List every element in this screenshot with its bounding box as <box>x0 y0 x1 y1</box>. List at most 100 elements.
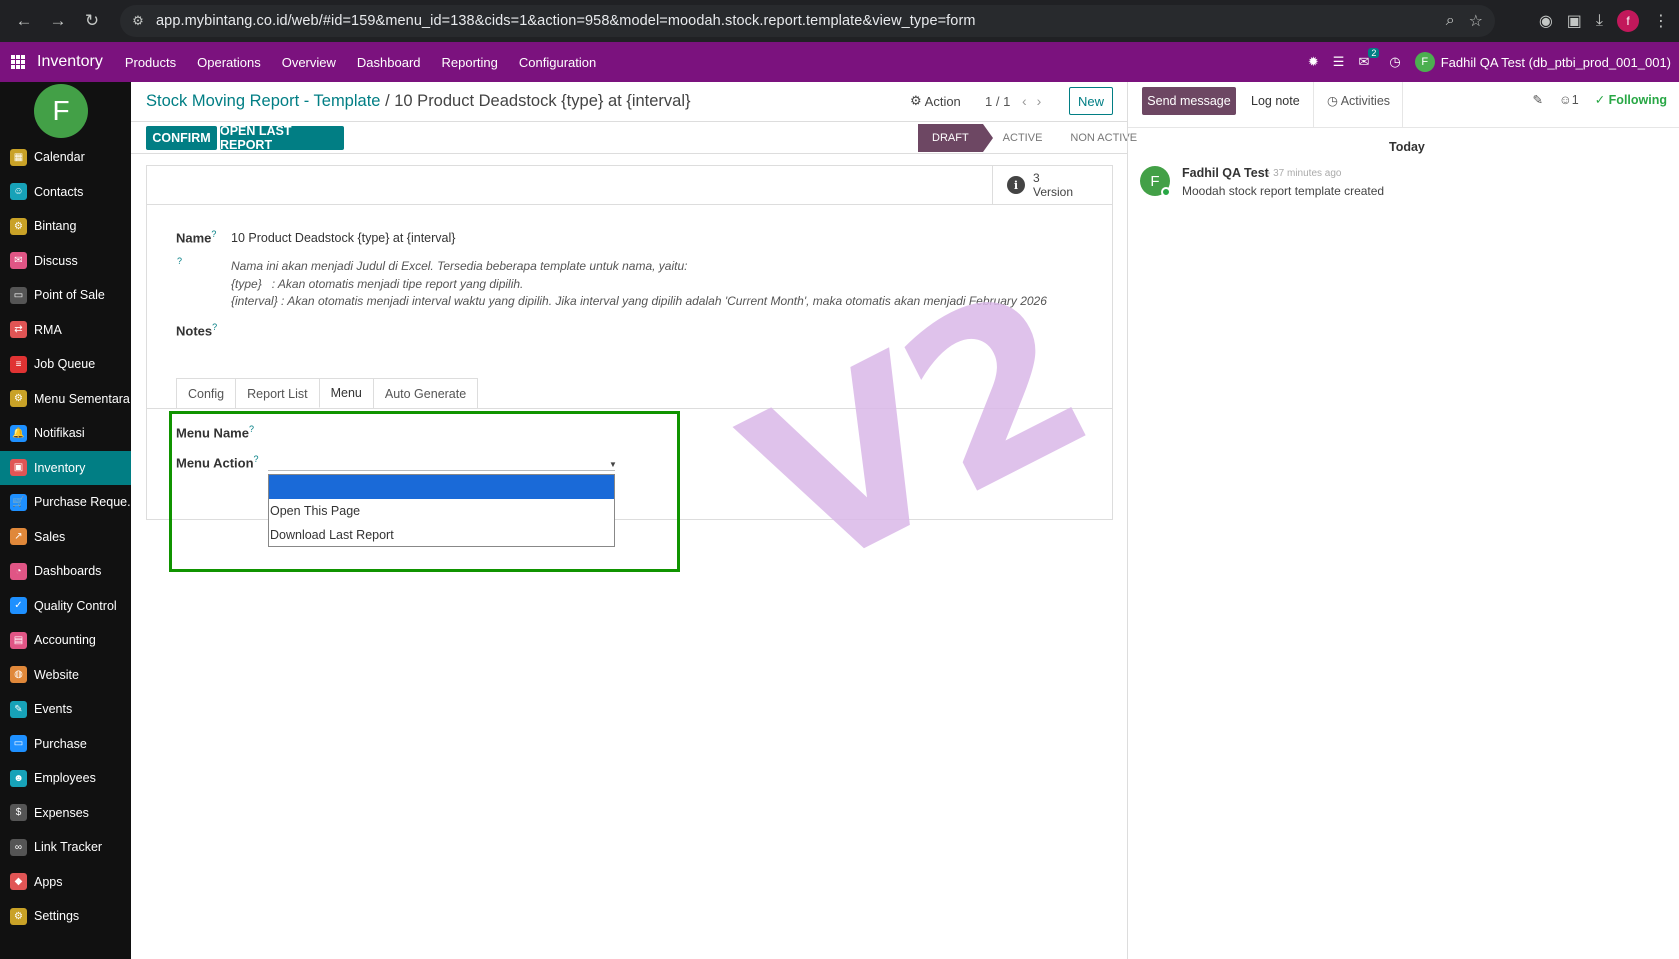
address-bar[interactable]: ⚙ app.mybintang.co.id/web/#id=159&menu_i… <box>120 5 1495 37</box>
log-note-button[interactable]: Log note <box>1251 94 1300 108</box>
url-text[interactable]: app.mybintang.co.id/web/#id=159&menu_id=… <box>156 13 976 29</box>
sidebar-item-point-of-sale[interactable]: ▭ Point of Sale <box>0 278 131 313</box>
app-icon: ◍ <box>10 666 27 684</box>
sidebar-item-sales[interactable]: ↗ Sales <box>0 520 131 555</box>
name-label: Name? <box>176 229 217 246</box>
send-message-button[interactable]: Send message <box>1142 87 1236 115</box>
menu-dashboard[interactable]: Dashboard <box>357 55 421 70</box>
user-menu[interactable]: F Fadhil QA Test (db_ptbi_prod_001_001) <box>1414 52 1671 72</box>
forward-icon[interactable]: → <box>44 7 72 35</box>
confirm-button[interactable]: CONFIRM <box>146 126 217 150</box>
tab-report-list[interactable]: Report List <box>235 378 320 408</box>
sidebar-item-calendar[interactable]: ▦ Calendar <box>0 140 131 175</box>
sidebar-item-notifikasi[interactable]: 🔔 Notifikasi <box>0 416 131 451</box>
caret-down-icon[interactable]: ▼ <box>609 460 617 469</box>
help-tooltip-icon[interactable]: ? <box>211 229 216 239</box>
clock-icon[interactable]: ◷ <box>1389 54 1400 70</box>
site-info-icon[interactable]: ⚙ <box>124 13 152 29</box>
help-tooltip-icon[interactable]: ? <box>212 322 217 332</box>
sidebar-item-label: Contacts <box>34 184 84 199</box>
sidebar-item-menu-sementara[interactable]: ⚙ Menu Sementara <box>0 382 131 417</box>
debug-bug-icon[interactable]: ✹ <box>1308 54 1319 70</box>
option-empty[interactable] <box>269 475 614 499</box>
sidebar-item-employees[interactable]: ☻ Employees <box>0 761 131 796</box>
pager-value[interactable]: 1 / 1 <box>985 86 1010 116</box>
help-tooltip-icon[interactable]: ? <box>254 454 259 464</box>
help-tooltip-icon[interactable]: ? <box>177 256 182 266</box>
version-smart-button[interactable]: i 3 Version <box>992 166 1112 204</box>
messages-icon[interactable]: ✉ 2 <box>1358 48 1380 70</box>
sidebar-item-link-tracker[interactable]: ∞ Link Tracker <box>0 830 131 865</box>
sidebar-item-expenses[interactable]: $ Expenses <box>0 796 131 831</box>
sidebar-item-discuss[interactable]: ✉ Discuss <box>0 244 131 279</box>
breadcrumb-parent[interactable]: Stock Moving Report - Template <box>146 92 380 110</box>
tab-menu[interactable]: Menu <box>318 378 374 408</box>
action-menu-button[interactable]: ⚙ Action <box>910 86 961 116</box>
app-icon: ⇄ <box>10 321 27 339</box>
activities-button[interactable]: ◷ Activities <box>1327 93 1390 108</box>
status-non-active[interactable]: NON ACTIVE <box>1056 124 1151 152</box>
sidebar-item-label: Purchase Reque... <box>34 495 131 510</box>
menu-reporting[interactable]: Reporting <box>442 55 498 70</box>
tab-config[interactable]: Config <box>176 378 237 408</box>
option-open-this-page[interactable]: Open This Page <box>269 499 614 523</box>
sidebar-item-label: Point of Sale <box>34 288 105 303</box>
sidebar-item-inventory[interactable]: ▣ Inventory <box>0 450 131 485</box>
browser-profile-avatar[interactable]: f <box>1617 10 1639 32</box>
activity-list-icon[interactable]: ☰ <box>1333 54 1345 70</box>
menu-operations[interactable]: Operations <box>197 55 261 70</box>
breadcrumb-current: 10 Product Deadstock {type} at {interval… <box>394 92 691 110</box>
sidebar-item-contacts[interactable]: ☺ Contacts <box>0 175 131 210</box>
followers-button[interactable]: ☺1 <box>1559 93 1579 107</box>
name-value[interactable]: 10 Product Deadstock {type} at {interval… <box>231 231 455 245</box>
sidebar-avatar[interactable]: F <box>34 84 88 138</box>
menu-products[interactable]: Products <box>125 55 176 70</box>
message-body: Moodah stock report template created <box>1182 184 1385 198</box>
chevron-left-icon[interactable]: ‹ <box>1022 93 1027 109</box>
sidebar-item-apps[interactable]: ◆ Apps <box>0 865 131 900</box>
reload-icon[interactable]: ↻ <box>78 7 106 35</box>
menu-action-select[interactable] <box>268 470 615 471</box>
status-draft[interactable]: DRAFT <box>918 124 993 152</box>
app-brand[interactable]: Inventory <box>37 53 103 71</box>
extension-icon[interactable]: ◉ <box>1539 11 1553 31</box>
user-avatar: F <box>1414 52 1435 72</box>
app-icon: ∞ <box>10 838 27 856</box>
sidebar-item-website[interactable]: ◍ Website <box>0 658 131 693</box>
open-last-report-button[interactable]: OPEN LAST REPORT <box>220 124 344 152</box>
app-icon: ≡ <box>10 355 27 373</box>
paperclip-icon[interactable]: ✎ <box>1533 92 1543 107</box>
sidebar-item-accounting[interactable]: ▤ Accounting <box>0 623 131 658</box>
help-tooltip-icon[interactable]: ? <box>249 424 254 434</box>
extensions-puzzle-icon[interactable]: ▣ <box>1567 11 1582 31</box>
sidebar-item-bintang[interactable]: ⚙ Bintang <box>0 209 131 244</box>
sidebar-item-events[interactable]: ✎ Events <box>0 692 131 727</box>
sidebar-item-purchase[interactable]: ▭ Purchase <box>0 727 131 762</box>
zoom-icon[interactable]: ⌕ <box>1446 12 1455 30</box>
sidebar-item-purchase-reque[interactable]: 🛒 Purchase Reque... <box>0 485 131 520</box>
menu-configuration[interactable]: Configuration <box>519 55 596 70</box>
bookmark-star-icon[interactable]: ☆ <box>1469 11 1483 31</box>
sidebar-item-settings[interactable]: ⚙ Settings <box>0 899 131 934</box>
option-download-last-report[interactable]: Download Last Report <box>269 523 614 547</box>
sidebar-item-quality-control[interactable]: ✓ Quality Control <box>0 589 131 624</box>
back-icon[interactable]: ← <box>10 7 38 35</box>
browser-menu-icon[interactable]: ⋮ <box>1653 11 1669 31</box>
breadcrumb-separator: / <box>385 92 390 110</box>
download-icon[interactable]: ⤓ <box>1596 12 1603 30</box>
new-button[interactable]: New <box>1069 87 1113 115</box>
chatter-right-tools: ✎ ☺1 ✓ Following <box>1533 92 1668 108</box>
message-author[interactable]: Fadhil QA Test <box>1182 166 1269 180</box>
apps-grid-icon[interactable] <box>11 55 25 69</box>
tab-auto-generate[interactable]: Auto Generate <box>372 378 479 408</box>
notebook-tabs: Config Report List Menu Auto Generate <box>176 378 479 408</box>
sidebar-item-label: Notifikasi <box>34 426 85 441</box>
menu-overview[interactable]: Overview <box>282 55 336 70</box>
sidebar-item-dashboards[interactable]: ◔ Dashboards <box>0 554 131 589</box>
following-button[interactable]: ✓ Following <box>1595 92 1667 107</box>
chevron-right-icon[interactable]: › <box>1037 93 1042 109</box>
sidebar-item-rma[interactable]: ⇄ RMA <box>0 313 131 348</box>
sidebar-item-job-queue[interactable]: ≡ Job Queue <box>0 347 131 382</box>
status-active[interactable]: ACTIVE <box>983 124 1057 152</box>
sidebar-item-label: Menu Sementara <box>34 391 130 406</box>
